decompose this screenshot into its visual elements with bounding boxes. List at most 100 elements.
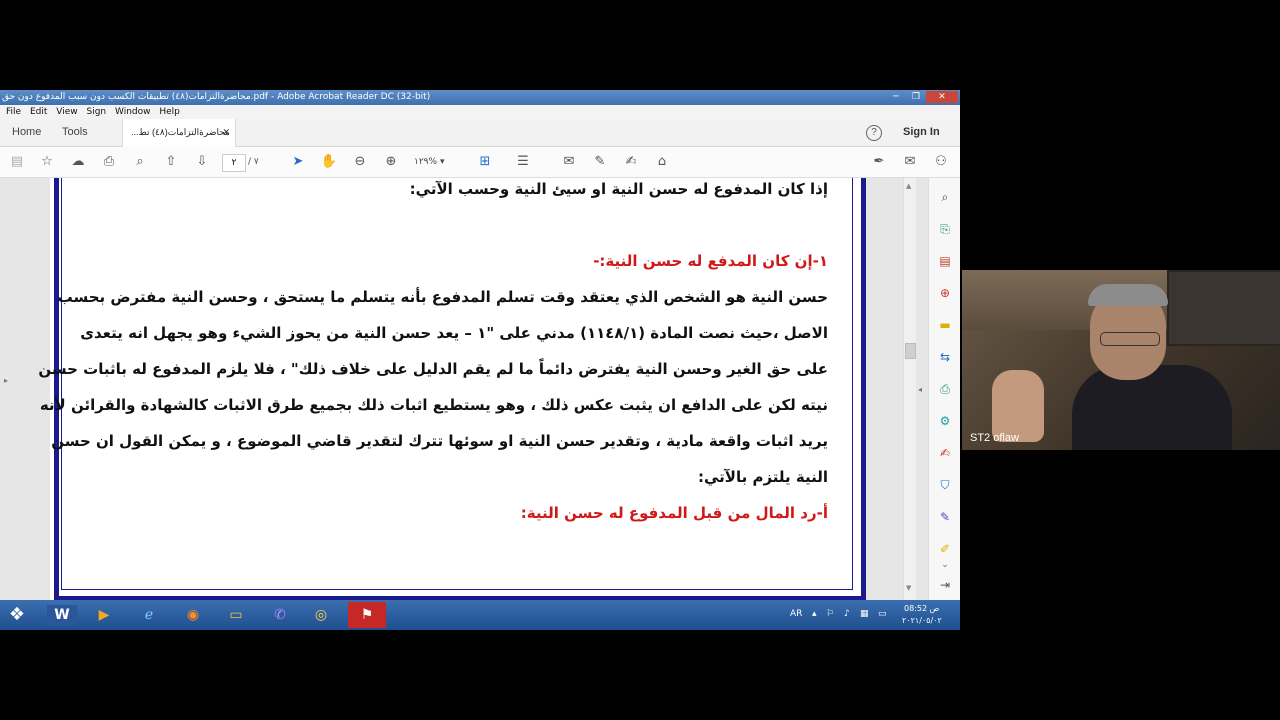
text-line-5: نيته لكن على الدافع ان يثبت عكس ذلك ، وه… xyxy=(39,396,828,414)
zoom-out-icon[interactable]: ⊖ xyxy=(351,153,369,171)
upload-cloud-icon[interactable]: ☁ xyxy=(69,153,87,171)
zoom-in-icon[interactable]: ⊕ xyxy=(382,153,400,171)
battery-icon: ▭ xyxy=(878,609,887,619)
media-player-icon[interactable]: ▶ xyxy=(86,602,122,628)
tab-bar: Home Tools محاضرةالتزامات(٤٨) تط... ✕ ? … xyxy=(0,119,960,147)
organize-pages-icon[interactable]: ▤ xyxy=(936,252,954,270)
edit-pdf-icon[interactable]: ⎙ xyxy=(936,380,954,398)
fit-page-icon[interactable]: ⊞ xyxy=(476,153,494,171)
add-user-icon[interactable]: ⚇ xyxy=(932,153,950,171)
toolbar: ▤ ☆ ☁ ⎙ ⌕ ⇧ ⇩ ٢ / ٧ ➤ ✋ ⊖ ⊕ ١٢٩% ▾ ⊞ ☰ ✉… xyxy=(0,147,960,178)
comment-tool-icon[interactable]: ▬ xyxy=(936,316,954,334)
page-border-inner xyxy=(61,178,853,590)
text-line-2: حسن النية هو الشخص الذي يعتقد وقت تسلم ا… xyxy=(57,288,828,306)
collapse-pane-icon[interactable]: ⇥ xyxy=(936,576,954,594)
scroll-thumb[interactable] xyxy=(905,343,916,359)
close-tab-icon[interactable]: ✕ xyxy=(222,119,230,146)
acrobat-icon[interactable]: ⚑ xyxy=(348,602,386,628)
help-icon[interactable]: ? xyxy=(866,125,882,141)
sign-in-button[interactable]: Sign In xyxy=(903,119,940,146)
clock-time[interactable]: ص 08:52 xyxy=(904,604,939,613)
text-line-3: الاصل ،حيث نصت المادة (١١٤٨/١) مدني على … xyxy=(80,324,828,342)
speaker-glasses xyxy=(1100,332,1160,346)
create-pdf-icon[interactable]: ⊕ xyxy=(936,284,954,302)
title-bar: محاضرةالتزامات(٤٨) تطبيقات الكسب دون سبب… xyxy=(0,90,960,105)
maximize-button[interactable]: ❐ xyxy=(906,91,926,103)
menu-edit[interactable]: Edit xyxy=(30,107,47,117)
print-icon[interactable]: ⎙ xyxy=(100,153,118,171)
save-icon[interactable]: ▤ xyxy=(8,153,26,171)
protect-shield-icon[interactable]: ⛉ xyxy=(936,476,954,494)
viber-icon[interactable]: ✆ xyxy=(262,602,298,628)
vertical-scrollbar[interactable]: ▲ ▼ xyxy=(903,178,916,604)
tools-pane: ⌕ ⎘ ▤ ⊕ ▬ ⇆ ⎙ ⚙ ✍ ⛉ ✎ ✐ ⌄ ⇥ xyxy=(928,178,960,604)
folder-icon[interactable]: ▭ xyxy=(218,602,254,628)
stamp-icon[interactable]: ⌂ xyxy=(653,153,671,171)
windows-taskbar: ❖ W ▶ ℯ ◉ ▭ ✆ ◎ ⚑ AR ▴ ⚐ ♪ ▦ ▭ ص 08:52 ٢… xyxy=(0,600,960,630)
right-panel-toggle-icon[interactable]: ◂ xyxy=(918,385,922,394)
subheading-return-money: أ-رد المال من قبل المدفوع له حسن النية: xyxy=(520,504,828,522)
language-indicator[interactable]: AR xyxy=(790,609,802,619)
speaker-body xyxy=(1072,365,1232,450)
enhance-scan-icon[interactable]: ⚙ xyxy=(936,412,954,430)
acrobat-window: محاضرةالتزامات(٤٨) تطبيقات الكسب دون سبب… xyxy=(0,90,960,630)
send-signature-icon[interactable]: ✎ xyxy=(936,508,954,526)
network-icon[interactable]: ▦ xyxy=(860,609,869,619)
tray-flag-icon: ⚐ xyxy=(826,609,835,619)
menu-help[interactable]: Help xyxy=(159,107,180,117)
page-total: / ٧ xyxy=(248,157,259,167)
video-feed: ST2 oflaw xyxy=(962,270,1280,450)
windows-start-icon[interactable]: ❖ xyxy=(0,602,34,628)
document-viewer[interactable]: ▸ إذا كان المدفوع له حسن النية او سيئ ال… xyxy=(0,178,960,604)
window-title: محاضرةالتزامات(٤٨) تطبيقات الكسب دون سبب… xyxy=(2,92,431,102)
page-number-input[interactable]: ٢ xyxy=(222,154,246,172)
scroll-down-icon[interactable]: ▼ xyxy=(906,584,911,592)
firefox-icon[interactable]: ◉ xyxy=(175,602,211,628)
document-tab-label: محاضرةالتزامات(٤٨) تط... xyxy=(131,127,230,137)
text-line-1: إذا كان المدفوع له حسن النية او سيئ الني… xyxy=(409,180,828,198)
expand-tools-chevron-icon[interactable]: ⌄ xyxy=(936,556,954,574)
internet-explorer-icon[interactable]: ℯ xyxy=(131,602,167,628)
left-panel-toggle-icon[interactable]: ▸ xyxy=(4,376,8,385)
comment-icon[interactable]: ✉ xyxy=(560,153,578,171)
volume-icon[interactable]: ♪ xyxy=(844,609,850,619)
speaker-hair xyxy=(1088,284,1168,306)
clock-date[interactable]: ٢٠٢١/٠٥/٠٢ xyxy=(902,616,942,625)
menu-view[interactable]: View xyxy=(56,107,77,117)
chrome-icon[interactable]: ◎ xyxy=(303,602,339,628)
export-pdf-icon[interactable]: ⎘ xyxy=(936,220,954,238)
text-line-7: النية يلتزم بالآتي: xyxy=(697,468,828,486)
pdf-page: إذا كان المدفوع له حسن النية او سيئ الني… xyxy=(38,178,866,604)
menu-window[interactable]: Window xyxy=(115,107,151,117)
scroll-mode-icon[interactable]: ☰ xyxy=(514,153,532,171)
participant-name-label: ST2 oflaw xyxy=(970,432,1019,444)
bookmark-star-icon[interactable]: ☆ xyxy=(38,153,56,171)
tab-home[interactable]: Home xyxy=(12,119,41,146)
share-email-icon[interactable]: ✉ xyxy=(901,153,919,171)
menu-bar: File Edit View Sign Window Help xyxy=(0,105,960,119)
search-tool-icon[interactable]: ⌕ xyxy=(936,188,954,206)
text-line-6: يريد اثبات واقعة مادية ، وتقدير حسن الني… xyxy=(51,432,828,450)
select-cursor-icon[interactable]: ➤ xyxy=(289,153,307,171)
combine-files-icon[interactable]: ⇆ xyxy=(936,348,954,366)
previous-page-icon[interactable]: ⇧ xyxy=(162,153,180,171)
word-icon[interactable]: W xyxy=(47,605,77,625)
hand-tool-icon[interactable]: ✋ xyxy=(320,153,338,171)
menu-file[interactable]: File xyxy=(6,107,21,117)
fill-sign-icon[interactable]: ✒ xyxy=(870,153,888,171)
minimize-button[interactable]: ─ xyxy=(886,91,906,103)
close-window-button[interactable]: ✕ xyxy=(926,91,958,103)
next-page-icon[interactable]: ⇩ xyxy=(193,153,211,171)
draw-icon[interactable]: ✍ xyxy=(622,153,640,171)
tab-tools[interactable]: Tools xyxy=(62,119,88,146)
video-background-picture xyxy=(1167,270,1280,346)
menu-sign[interactable]: Sign xyxy=(86,107,106,117)
highlight-pen-icon[interactable]: ✎ xyxy=(591,153,609,171)
search-icon[interactable]: ⌕ xyxy=(131,153,149,171)
tray-arrow-icon[interactable]: ▴ xyxy=(812,609,817,619)
fill-sign-tool-icon[interactable]: ✍ xyxy=(936,444,954,462)
zoom-select[interactable]: ١٢٩% ▾ xyxy=(414,154,462,170)
chevron-down-icon: ▾ xyxy=(439,157,445,167)
scroll-up-icon[interactable]: ▲ xyxy=(906,182,911,190)
tab-document[interactable]: محاضرةالتزامات(٤٨) تط... ✕ xyxy=(122,119,236,147)
